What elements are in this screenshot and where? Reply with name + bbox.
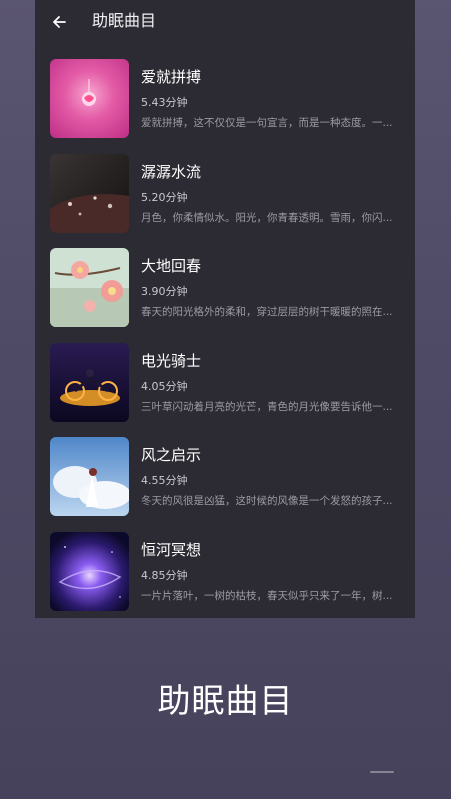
- track-title: 风之启示: [141, 446, 202, 465]
- track-description: 三叶草闪动着月亮的光芒，青色的月光像要告诉他一...: [141, 400, 393, 413]
- track-cover-image: [50, 153, 129, 233]
- track-title: 电光骑士: [141, 351, 202, 370]
- track-cover-image: [50, 342, 129, 422]
- track-duration: 4.05分钟: [141, 379, 188, 393]
- top-bar: 助眠曲目: [35, 0, 415, 44]
- arrow-left-icon: [53, 16, 66, 28]
- track-list-screen: 助眠曲目 爱就拼搏 5.43分钟 爱就拼搏，这不仅仅是一句宣言，而是一种态度。一…: [35, 0, 415, 618]
- track-cover-image: [50, 248, 129, 328]
- track-title: 大地回春: [141, 257, 202, 276]
- track-description: 一片片落叶，一树的枯枝，春天似乎只来了一年，树...: [141, 589, 393, 602]
- track-duration: 5.20分钟: [141, 190, 188, 204]
- track-item[interactable]: 爱就拼搏 5.43分钟 爱就拼搏，这不仅仅是一句宣言，而是一种态度。一...: [35, 59, 415, 154]
- page-title: 助眠曲目: [92, 11, 157, 30]
- track-duration: 3.90分钟: [141, 285, 188, 299]
- track-item[interactable]: 恒河冥想 4.85分钟 一片片落叶，一树的枯枝，春天似乎只来了一年，树...: [35, 531, 415, 618]
- track-description: 春天的阳光格外的柔和，穿过层层的树干暖暖的照在...: [141, 306, 393, 319]
- home-indicator: [370, 771, 394, 773]
- track-item[interactable]: 潺潺水流 5.20分钟 月色，你柔情似水。阳光，你青春透明。雪雨，你闪...: [35, 153, 415, 249]
- track-duration: 5.43分钟: [141, 96, 188, 109]
- back-button[interactable]: [47, 10, 71, 34]
- track-cover-image: [50, 59, 129, 138]
- track-item[interactable]: 大地回春 3.90分钟 春天的阳光格外的柔和，穿过层层的树干暖暖的照在...: [35, 248, 415, 343]
- track-list: 爱就拼搏 5.43分钟 爱就拼搏，这不仅仅是一句宣言，而是一种态度。一... 潺…: [35, 59, 415, 618]
- track-cover-image: [50, 531, 129, 611]
- track-title: 潺潺水流: [141, 162, 202, 181]
- track-cover-image: [50, 437, 129, 517]
- track-item[interactable]: 风之启示 4.55分钟 冬天的风很是凶猛，这时候的风像是一个发怒的孩子...: [35, 437, 415, 532]
- track-description: 月色，你柔情似水。阳光，你青春透明。雪雨，你闪...: [141, 211, 393, 224]
- track-duration: 4.55分钟: [141, 474, 188, 488]
- track-description: 爱就拼搏，这不仅仅是一句宣言，而是一种态度。一...: [141, 117, 393, 129]
- track-description: 冬天的风很是凶猛，这时候的风像是一个发怒的孩子...: [141, 495, 393, 508]
- track-title: 爱就拼搏: [141, 68, 202, 86]
- track-title: 恒河冥想: [141, 540, 202, 559]
- promo-caption: 助眠曲目: [157, 681, 294, 720]
- track-item[interactable]: 电光骑士 4.05分钟 三叶草闪动着月亮的光芒，青色的月光像要告诉他一...: [35, 342, 415, 438]
- track-duration: 4.85分钟: [141, 568, 188, 582]
